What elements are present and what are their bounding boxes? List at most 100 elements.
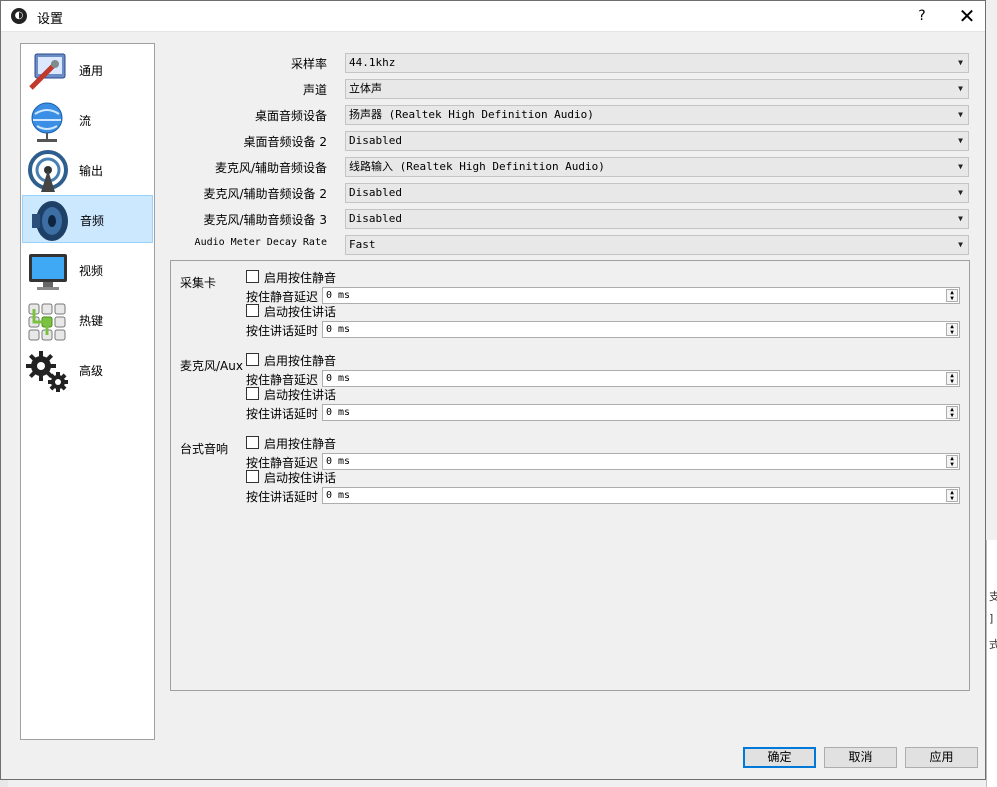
chevron-down-icon: ▼ bbox=[958, 188, 963, 197]
sidebar-item-general[interactable]: 通用 bbox=[22, 46, 153, 94]
stream-globe-icon bbox=[31, 102, 63, 142]
select-value: Disabled bbox=[349, 134, 402, 147]
audio-speaker-icon bbox=[32, 201, 68, 241]
spin-arrows-icon[interactable]: ▲ ▼ bbox=[946, 372, 958, 385]
spin-arrows-icon[interactable]: ▲ ▼ bbox=[946, 489, 958, 502]
desktop-audio-device-2-select[interactable]: Disabled ▼ bbox=[345, 131, 969, 151]
talk-delay-label: 按住讲话延时 bbox=[246, 407, 319, 421]
checkbox-label: 启用按住静音 bbox=[264, 354, 337, 368]
mic-aux-device-label: 麦克风/辅助音频设备 bbox=[214, 161, 327, 175]
talk-delay-spinbox[interactable]: 0 ms ▲ ▼ bbox=[322, 321, 960, 338]
background-text-fragment: 支 bbox=[989, 590, 997, 603]
obs-logo-icon: ◐ bbox=[11, 8, 27, 24]
sidebar-item-label: 视频 bbox=[79, 264, 104, 278]
checkbox-icon bbox=[246, 387, 259, 400]
channels-select[interactable]: 立体声 ▼ bbox=[345, 79, 969, 99]
background-text-fragment: ] bbox=[989, 612, 994, 625]
sample-rate-label: 采样率 bbox=[290, 57, 327, 71]
checkbox-icon bbox=[246, 436, 259, 449]
mute-delay-spinbox[interactable]: 0 ms ▲ ▼ bbox=[322, 453, 960, 470]
sidebar-item-label: 高级 bbox=[79, 364, 104, 378]
select-value: 扬声器 (Realtek High Definition Audio) bbox=[349, 108, 594, 121]
push-to-mute-checkbox[interactable]: 启用按住静音 bbox=[246, 436, 336, 452]
checkbox-label: 启用按住静音 bbox=[264, 271, 337, 285]
video-monitor-icon bbox=[29, 254, 67, 290]
sidebar-item-stream[interactable]: 流 bbox=[22, 96, 153, 144]
mute-delay-spinbox[interactable]: 0 ms ▲ ▼ bbox=[322, 287, 960, 304]
hotkeys-keyboard-icon bbox=[28, 303, 66, 341]
spinbox-value: 0 ms bbox=[326, 490, 351, 501]
talk-delay-spinbox[interactable]: 0 ms ▲ ▼ bbox=[322, 404, 960, 421]
desktop-audio-device-2-label: 桌面音频设备 2 bbox=[243, 135, 327, 149]
push-to-talk-checkbox[interactable]: 启动按住讲话 bbox=[246, 304, 336, 320]
push-to-mute-checkbox[interactable]: 启用按住静音 bbox=[246, 353, 336, 369]
talk-delay-spinbox[interactable]: 0 ms ▲ ▼ bbox=[322, 487, 960, 504]
checkbox-icon bbox=[246, 470, 259, 483]
settings-dialog: ◐ 设置 ? ✕ 通用 流 输出 音频 视频 热键 高级 采样率 44.1khz… bbox=[0, 0, 986, 780]
chevron-down-icon: ▼ bbox=[958, 214, 963, 223]
sidebar-item-advanced[interactable]: 高级 bbox=[22, 346, 153, 394]
sidebar-item-label: 通用 bbox=[79, 64, 104, 78]
talk-delay-label: 按住讲话延时 bbox=[246, 490, 319, 504]
checkbox-icon bbox=[246, 304, 259, 317]
select-value: 立体声 bbox=[349, 82, 382, 95]
sidebar-item-label: 输出 bbox=[79, 164, 104, 178]
background-window-right-edge: 支 ] 式 bbox=[986, 540, 997, 787]
checkbox-icon bbox=[246, 353, 259, 366]
title-bar[interactable]: ◐ 设置 ? ✕ bbox=[1, 1, 985, 32]
mic-aux-device-2-label: 麦克风/辅助音频设备 2 bbox=[203, 187, 328, 201]
desktop-audio-device-select[interactable]: 扬声器 (Realtek High Definition Audio) ▼ bbox=[345, 105, 969, 125]
group-label: 台式音响 bbox=[180, 442, 229, 456]
help-button[interactable]: ? bbox=[905, 1, 939, 31]
window-title: 设置 bbox=[37, 12, 64, 27]
audio-meter-decay-rate-select[interactable]: Fast ▼ bbox=[345, 235, 969, 255]
cancel-button[interactable]: 取消 bbox=[824, 747, 897, 768]
spinbox-value: 0 ms bbox=[326, 290, 351, 301]
sidebar-item-output[interactable]: 输出 bbox=[22, 146, 153, 194]
mute-delay-spinbox[interactable]: 0 ms ▲ ▼ bbox=[322, 370, 960, 387]
mic-aux-device-select[interactable]: 线路输入 (Realtek High Definition Audio) ▼ bbox=[345, 157, 969, 177]
push-to-talk-checkbox[interactable]: 启动按住讲话 bbox=[246, 387, 336, 403]
close-button[interactable]: ✕ bbox=[949, 1, 985, 31]
mic-aux-device-3-label: 麦克风/辅助音频设备 3 bbox=[203, 213, 328, 227]
channels-label: 声道 bbox=[302, 83, 327, 97]
chevron-down-icon: ▼ bbox=[958, 84, 963, 93]
checkbox-label: 启动按住讲话 bbox=[264, 305, 337, 319]
advanced-gears-icon bbox=[26, 351, 68, 392]
push-to-mute-checkbox[interactable]: 启用按住静音 bbox=[246, 270, 336, 286]
mic-aux-device-3-select[interactable]: Disabled ▼ bbox=[345, 209, 969, 229]
mute-delay-label: 按住静音延迟 bbox=[246, 456, 319, 470]
desktop-audio-device-label: 桌面音频设备 bbox=[254, 109, 327, 123]
output-broadcast-icon bbox=[28, 150, 68, 192]
select-value: 线路输入 (Realtek High Definition Audio) bbox=[349, 160, 605, 173]
ok-button[interactable]: 确定 bbox=[743, 747, 816, 768]
general-settings-icon bbox=[29, 53, 66, 90]
checkbox-label: 启用按住静音 bbox=[264, 437, 337, 451]
spin-arrows-icon[interactable]: ▲ ▼ bbox=[946, 406, 958, 419]
select-value: Fast bbox=[349, 238, 376, 251]
spin-arrows-icon[interactable]: ▲ ▼ bbox=[946, 323, 958, 336]
sidebar-item-hotkeys[interactable]: 热键 bbox=[22, 296, 153, 344]
spinbox-value: 0 ms bbox=[326, 373, 351, 384]
sidebar-item-label: 热键 bbox=[79, 314, 104, 328]
talk-delay-label: 按住讲话延时 bbox=[246, 324, 319, 338]
group-label: 麦克风/Aux bbox=[180, 359, 243, 373]
sidebar-item-label: 音频 bbox=[80, 214, 105, 228]
push-to-talk-checkbox[interactable]: 启动按住讲话 bbox=[246, 470, 336, 486]
audio-meter-decay-rate-label: Audio Meter Decay Rate bbox=[194, 237, 327, 248]
apply-button[interactable]: 应用 bbox=[905, 747, 978, 768]
background-text-fragment: 式 bbox=[989, 638, 997, 651]
select-value: 44.1khz bbox=[349, 56, 396, 69]
sidebar-item-audio[interactable]: 音频 bbox=[22, 195, 153, 243]
sidebar-item-video[interactable]: 视频 bbox=[22, 246, 153, 294]
mic-aux-device-2-select[interactable]: Disabled ▼ bbox=[345, 183, 969, 203]
sidebar-item-label: 流 bbox=[79, 114, 92, 128]
checkbox-label: 启动按住讲话 bbox=[264, 471, 337, 485]
sample-rate-select[interactable]: 44.1khz ▼ bbox=[345, 53, 969, 73]
spinbox-value: 0 ms bbox=[326, 456, 351, 467]
spin-arrows-icon[interactable]: ▲ ▼ bbox=[946, 455, 958, 468]
select-value: Disabled bbox=[349, 186, 402, 199]
settings-sidebar: 通用 流 输出 音频 视频 热键 高级 bbox=[20, 43, 155, 740]
mute-delay-label: 按住静音延迟 bbox=[246, 373, 319, 387]
spin-arrows-icon[interactable]: ▲ ▼ bbox=[946, 289, 958, 302]
